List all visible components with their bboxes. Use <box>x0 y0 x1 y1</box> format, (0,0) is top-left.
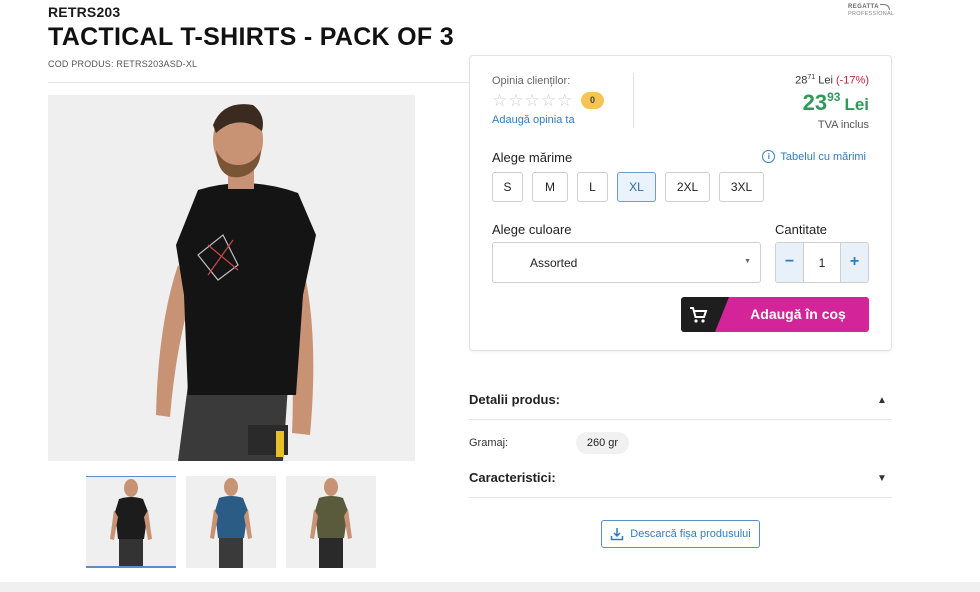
model-illustration <box>156 104 316 461</box>
cart-icon-block <box>681 297 715 332</box>
size-guide-link[interactable]: i Tabelul cu mărimi <box>762 150 866 163</box>
discount-label: (-17%) <box>835 74 869 87</box>
regatta-logo[interactable]: REGATTA PROFESSIONAL <box>848 4 894 20</box>
purchase-panel: Opinia clienților: ☆ ☆ ☆ ☆ ☆ 0 Adaugă op… <box>469 55 892 351</box>
product-title: TACTICAL T-SHIRTS - PACK OF 3 <box>48 23 454 51</box>
size-button-3xl[interactable]: 3XL <box>719 172 764 202</box>
color-dropdown[interactable]: Assorted ▼ <box>492 242 761 283</box>
thumbnail-strip <box>86 476 376 568</box>
size-button-s[interactable]: S <box>492 172 523 202</box>
old-price-dec: 71 <box>807 74 816 81</box>
star-outline-icon: ☆ <box>524 91 540 110</box>
size-guide-label: Tabelul cu mărimi <box>780 150 866 163</box>
product-main-image[interactable] <box>48 95 415 461</box>
star-outline-icon: ☆ <box>508 91 524 110</box>
size-button-xl[interactable]: XL <box>617 172 656 202</box>
color-label: Alege culoare <box>492 222 572 237</box>
cart-icon <box>690 307 708 323</box>
weight-label: Gramaj: <box>469 437 509 449</box>
logo-text-bottom: PROFESSIONAL <box>848 11 895 17</box>
vat-note: TVA inclus <box>817 119 869 131</box>
price-dec: 93 <box>827 90 841 104</box>
size-button-m[interactable]: M <box>532 172 568 202</box>
divider <box>48 82 470 83</box>
download-spec-label: Descarcă fișa produsului <box>630 528 751 540</box>
add-to-cart-button[interactable]: Adaugă în coș <box>681 297 869 332</box>
size-button-l[interactable]: L <box>577 172 608 202</box>
quantity-input[interactable] <box>803 243 841 282</box>
quantity-stepper: − + <box>775 242 869 283</box>
download-icon <box>611 528 624 541</box>
footer-band <box>0 582 980 592</box>
thumbnail-black[interactable] <box>86 476 176 568</box>
size-button-2xl[interactable]: 2XL <box>665 172 710 202</box>
quantity-label: Cantitate <box>775 222 828 237</box>
divider <box>469 419 892 420</box>
star-outline-icon: ☆ <box>557 91 573 110</box>
thumbnail-navy[interactable] <box>186 476 276 568</box>
add-to-cart-label: Adaugă în coș <box>715 297 869 332</box>
brand-code: RETRS203 <box>48 4 121 20</box>
characteristics-toggle[interactable]: Caracteristici: <box>469 470 556 485</box>
size-label: Alege mărime <box>492 150 573 165</box>
price-currency: Lei <box>844 95 869 114</box>
quantity-decrease-button[interactable]: − <box>776 243 803 282</box>
divider <box>469 497 892 498</box>
old-price-int: 28 <box>795 74 808 87</box>
caret-down-icon: ▼ <box>744 258 751 265</box>
chevron-down-icon[interactable]: ▼ <box>877 473 887 484</box>
review-count-badge: 0 <box>581 92 604 109</box>
old-price: 2871 Lei (-17%) <box>795 74 869 87</box>
thumb-model-olive <box>310 478 352 568</box>
add-review-link[interactable]: Adaugă opinia ta <box>492 114 575 126</box>
product-details-toggle[interactable]: Detalii produs: <box>469 392 560 407</box>
old-price-currency: Lei <box>818 74 833 87</box>
download-spec-button[interactable]: Descarcă fișa produsului <box>601 520 760 548</box>
cart-wedge <box>715 297 729 332</box>
star-outline-icon: ☆ <box>492 91 508 110</box>
thumb-model-navy <box>210 478 252 568</box>
product-sku: COD PRODUS: RETRS203ASD-XL <box>48 59 198 69</box>
weight-value: 260 gr <box>576 432 629 454</box>
color-selected-value: Assorted <box>530 256 578 270</box>
price-int: 23 <box>802 90 828 115</box>
size-options: S M L XL 2XL 3XL <box>492 172 764 202</box>
divider <box>633 73 634 128</box>
info-icon: i <box>762 150 776 163</box>
thumb-model-black <box>110 479 152 566</box>
thumbnail-olive[interactable] <box>286 476 376 568</box>
current-price: 2393 Lei <box>803 90 869 116</box>
reviews-label: Opinia clienților: <box>492 75 571 87</box>
star-outline-icon: ☆ <box>540 91 556 110</box>
rating-stars[interactable]: ☆ ☆ ☆ ☆ ☆ <box>492 92 572 109</box>
quantity-increase-button[interactable]: + <box>841 243 868 282</box>
chevron-up-icon[interactable]: ▲ <box>877 395 887 406</box>
